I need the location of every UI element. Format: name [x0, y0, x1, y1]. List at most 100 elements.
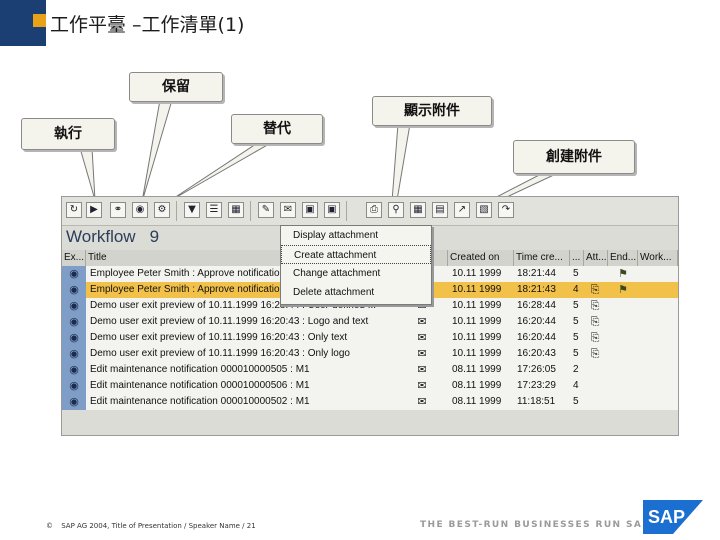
- footer-copyright: © SAP AG 2004, Title of Presentation / S…: [46, 522, 256, 530]
- find-icon[interactable]: ⚲: [388, 202, 404, 218]
- menu-item-delete-attachment[interactable]: Delete attachment: [281, 283, 431, 302]
- row-execute-cell[interactable]: ◉: [62, 346, 86, 362]
- edit-icon[interactable]: ✎: [258, 202, 274, 218]
- refresh-icon[interactable]: ↻: [66, 202, 82, 218]
- row-time-created: 16:20:44: [517, 316, 556, 327]
- row-created-on: 10.11 1999: [452, 316, 502, 327]
- row-time-created: 18:21:43: [517, 284, 556, 295]
- column-header-work[interactable]: Work...: [638, 250, 678, 266]
- menu-item-change-attachment[interactable]: Change attachment: [281, 264, 431, 283]
- status-envelope-icon: ✉: [417, 332, 427, 344]
- table-row[interactable]: ◉ Edit maintenance notification 000010000…: [62, 394, 678, 410]
- filter-icon[interactable]: ▼: [184, 202, 200, 218]
- callout-execute: 執行: [21, 118, 115, 150]
- workflow-window: ↻ ▶ ⚭ ◉ ⚙ ▼ ☰ ▦ ✎ ✉ ▣ ▣ ⎙ ⚲ ▦ ▤ ↗ ▧ ↷ Wo…: [61, 196, 679, 436]
- callout-reserve: 保留: [129, 72, 223, 102]
- row-execute-cell[interactable]: ◉: [62, 378, 86, 394]
- copyright-symbol: ©: [46, 522, 53, 530]
- row-title: Demo user exit preview of 10.11.1999 16:…: [90, 332, 348, 343]
- export-icon[interactable]: ↷: [498, 202, 514, 218]
- execute-icon: ◉: [69, 284, 79, 296]
- row-execute-cell[interactable]: ◉: [62, 394, 86, 410]
- print-icon[interactable]: ⎙: [366, 202, 382, 218]
- layout-icon[interactable]: ▦: [410, 202, 426, 218]
- row-title: Edit maintenance notification 0000100005…: [90, 364, 310, 375]
- row-execute-cell[interactable]: ◉: [62, 330, 86, 346]
- toolbar: ↻ ▶ ⚭ ◉ ⚙ ▼ ☰ ▦ ✎ ✉ ▣ ▣ ⎙ ⚲ ▦ ▤ ↗ ▧ ↷: [62, 197, 678, 226]
- execute-icon: ◉: [69, 300, 79, 312]
- layout-icon[interactable]: ▤: [432, 202, 448, 218]
- attachment-icon: ⎘: [590, 348, 600, 360]
- status-envelope-icon: ✉: [417, 364, 427, 376]
- toolbar-separator: [176, 201, 177, 221]
- row-title: Edit maintenance notification 0000100005…: [90, 396, 310, 407]
- row-execute-cell[interactable]: ◉: [62, 266, 86, 282]
- substitute-icon[interactable]: ⚙: [154, 202, 170, 218]
- row-time-created: 18:21:44: [517, 268, 556, 279]
- menu-item-display-attachment[interactable]: Display attachment: [281, 226, 431, 245]
- execute-icon: ◉: [69, 380, 79, 392]
- table-row[interactable]: ◉ Demo user exit preview of 10.11.1999 16…: [62, 346, 678, 362]
- attachment-icon: ⎘: [590, 332, 600, 344]
- column-header-priority[interactable]: ...: [570, 250, 584, 266]
- column-header-time-created[interactable]: Time cre...: [514, 250, 570, 266]
- row-time-created: 17:23:29: [517, 380, 556, 391]
- table-row[interactable]: ◉ Edit maintenance notification 000010000…: [62, 378, 678, 394]
- reserve-icon[interactable]: ◉: [132, 202, 148, 218]
- document-icon[interactable]: ▣: [302, 202, 318, 218]
- row-execute-cell[interactable]: ◉: [62, 314, 86, 330]
- column-header-attachment[interactable]: Att...: [584, 250, 608, 266]
- footer-tagline: THE BEST-RUN BUSINESSES RUN SAP: [420, 520, 651, 530]
- row-time-created: 16:20:43: [517, 348, 556, 359]
- attachment-icon: ⎘: [590, 284, 600, 296]
- row-priority: 5: [573, 300, 579, 311]
- layout-icon[interactable]: ▧: [476, 202, 492, 218]
- glasses-icon[interactable]: ⚭: [110, 202, 126, 218]
- flag-icon: ⚑: [618, 268, 628, 280]
- table-row[interactable]: ◉ Demo user exit preview of 10.11.1999 16…: [62, 330, 678, 346]
- column-header-execute[interactable]: Ex...: [62, 250, 86, 266]
- execute-icon: ◉: [69, 364, 79, 376]
- export-icon[interactable]: ↗: [454, 202, 470, 218]
- row-execute-cell[interactable]: ◉: [62, 298, 86, 314]
- workflow-count: 9: [149, 227, 160, 246]
- row-created-on: 10.11 1999: [452, 300, 502, 311]
- list-icon[interactable]: ☰: [206, 202, 222, 218]
- row-title: Demo user exit preview of 10.11.1999 16:…: [90, 348, 350, 359]
- row-priority: 5: [573, 396, 579, 407]
- row-execute-cell[interactable]: ◉: [62, 282, 86, 298]
- attachment-icon: ⎘: [590, 316, 600, 328]
- execute-icon: ◉: [69, 348, 79, 360]
- sap-logo-text: SAP: [648, 507, 685, 527]
- row-time-created: 16:20:44: [517, 332, 556, 343]
- execute-icon: ◉: [69, 332, 79, 344]
- row-created-on: 08.11 1999: [452, 380, 502, 391]
- execute-icon[interactable]: ▶: [86, 202, 102, 218]
- execute-icon: ◉: [69, 268, 79, 280]
- sap-logo: SAP: [643, 500, 703, 534]
- document-icon[interactable]: ▣: [324, 202, 340, 218]
- callout-create-attachment: 創建附件: [513, 140, 635, 174]
- column-header-created-on[interactable]: Created on: [448, 250, 514, 266]
- row-priority: 5: [573, 332, 579, 343]
- column-header-end[interactable]: End...: [608, 250, 638, 266]
- row-execute-cell[interactable]: ◉: [62, 362, 86, 378]
- table-row[interactable]: ◉ Edit maintenance notification 000010000…: [62, 362, 678, 378]
- save-icon[interactable]: ▦: [228, 202, 244, 218]
- callout-substitute: 替代: [231, 114, 323, 144]
- row-created-on: 08.11 1999: [452, 396, 502, 407]
- row-title: Demo user exit preview of 10.11.1999 16:…: [90, 316, 369, 327]
- status-envelope-icon: ✉: [417, 316, 427, 328]
- menu-item-create-attachment[interactable]: Create attachment: [281, 245, 431, 264]
- execute-icon: ◉: [69, 396, 79, 408]
- table-row[interactable]: ◉ Demo user exit preview of 10.11.1999 16…: [62, 314, 678, 330]
- row-time-created: 16:28:44: [517, 300, 556, 311]
- attachment-menu-icon[interactable]: ✉: [280, 202, 296, 218]
- flag-icon: ⚑: [618, 284, 628, 296]
- row-time-created: 17:26:05: [517, 364, 556, 375]
- row-priority: 5: [573, 268, 579, 279]
- status-envelope-icon: ✉: [417, 380, 427, 392]
- toolbar-separator: [346, 201, 347, 221]
- attachment-icon: ⎘: [590, 300, 600, 312]
- attachment-context-menu: Display attachment Create attachment Cha…: [280, 225, 432, 305]
